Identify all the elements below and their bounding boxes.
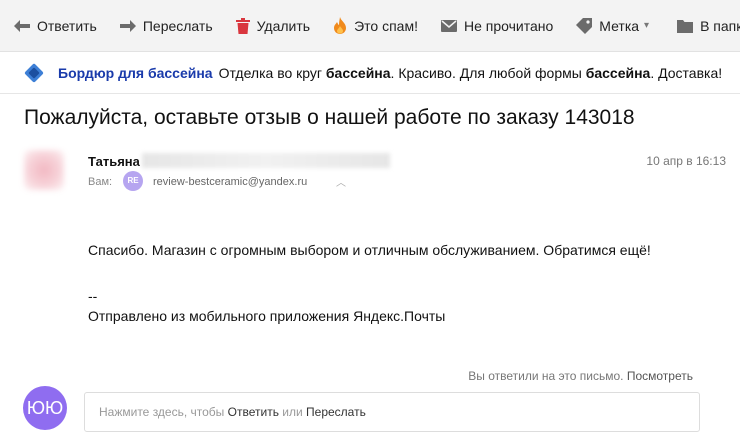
email-subject: Пожалуйста, оставьте отзыв о нашей работ… <box>24 106 635 129</box>
recipient-address[interactable]: review-bestceramic@yandex.ru <box>153 176 307 188</box>
folder-icon <box>677 19 694 33</box>
ad-title-link[interactable]: Бордюр для бассейна <box>58 65 213 81</box>
folder-label: В папку <box>700 17 740 34</box>
label-label: Метка <box>599 17 640 34</box>
ad-text-part: Отделка во круг <box>218 64 326 81</box>
spam-label: Это спам! <box>354 17 418 34</box>
tag-icon <box>576 17 593 34</box>
forward-arrow-icon <box>119 19 136 32</box>
signature-text: Отправлено из мобильного приложения Янде… <box>88 308 446 324</box>
recipient-avatar: RE <box>123 171 143 191</box>
quick-reply-prefix: Нажмите здесь, чтобы <box>99 405 228 419</box>
ad-banner[interactable]: Бордюр для бассейна Отделка во круг басс… <box>0 52 740 94</box>
toolbar: Ответить Переслать Удалить Это спам! Не … <box>0 0 740 52</box>
mark-unread-button[interactable]: Не прочитано <box>440 17 554 34</box>
email-date: 10 апр в 16:13 <box>646 154 726 168</box>
sender-name[interactable]: Татьяна <box>88 154 140 169</box>
quick-reply-middle: или <box>278 405 307 419</box>
ad-text: Отделка во круг бассейна. Красиво. Для л… <box>219 65 723 81</box>
reply-status-text: Вы ответили на это письмо. <box>468 369 624 383</box>
reply-button[interactable]: Ответить <box>14 18 97 34</box>
sender-avatar[interactable] <box>24 150 64 190</box>
forward-button[interactable]: Переслать <box>119 17 213 34</box>
unread-label: Не прочитано <box>463 17 554 34</box>
spam-button[interactable]: Это спам! <box>333 17 418 34</box>
delete-label: Удалить <box>256 17 311 34</box>
my-avatar[interactable]: ЮЮ <box>23 386 67 430</box>
ad-text-bold: бассейна <box>585 64 651 81</box>
recipient-label: Вам: <box>88 176 113 188</box>
label-caret-icon: ▾ <box>644 20 650 31</box>
reply-label: Ответить <box>37 17 97 34</box>
quick-forward-link[interactable]: Переслать <box>306 405 366 419</box>
reply-status: Вы ответили на это письмо. Посмотреть <box>468 369 693 383</box>
view-reply-link[interactable]: Посмотреть <box>627 369 693 383</box>
ad-text-part: . Доставка! <box>650 64 723 81</box>
move-to-folder-button[interactable]: В папку ▾ <box>677 18 740 34</box>
flame-icon <box>334 17 347 34</box>
quick-reply-box[interactable]: Нажмите здесь, чтобы Ответить или Пересл… <box>84 392 700 432</box>
forward-label: Переслать <box>142 17 213 34</box>
chevron-up-icon[interactable]: ︿ <box>336 174 346 189</box>
sender-email-redacted <box>142 153 390 168</box>
signature-dash: -- <box>88 288 98 304</box>
ad-text-part: . Красиво. Для любой формы <box>390 64 586 81</box>
envelope-icon <box>440 19 457 32</box>
delete-button[interactable]: Удалить <box>235 17 311 34</box>
reply-arrow-icon <box>14 19 30 32</box>
label-button[interactable]: Метка ▾ <box>576 17 650 34</box>
email-body-line: Спасибо. Магазин с огромным выбором и от… <box>88 242 651 258</box>
quick-reply-link[interactable]: Ответить <box>228 405 279 419</box>
ad-text-bold: бассейна <box>325 64 391 81</box>
ad-logo-icon <box>24 63 44 82</box>
trash-icon <box>235 17 250 34</box>
